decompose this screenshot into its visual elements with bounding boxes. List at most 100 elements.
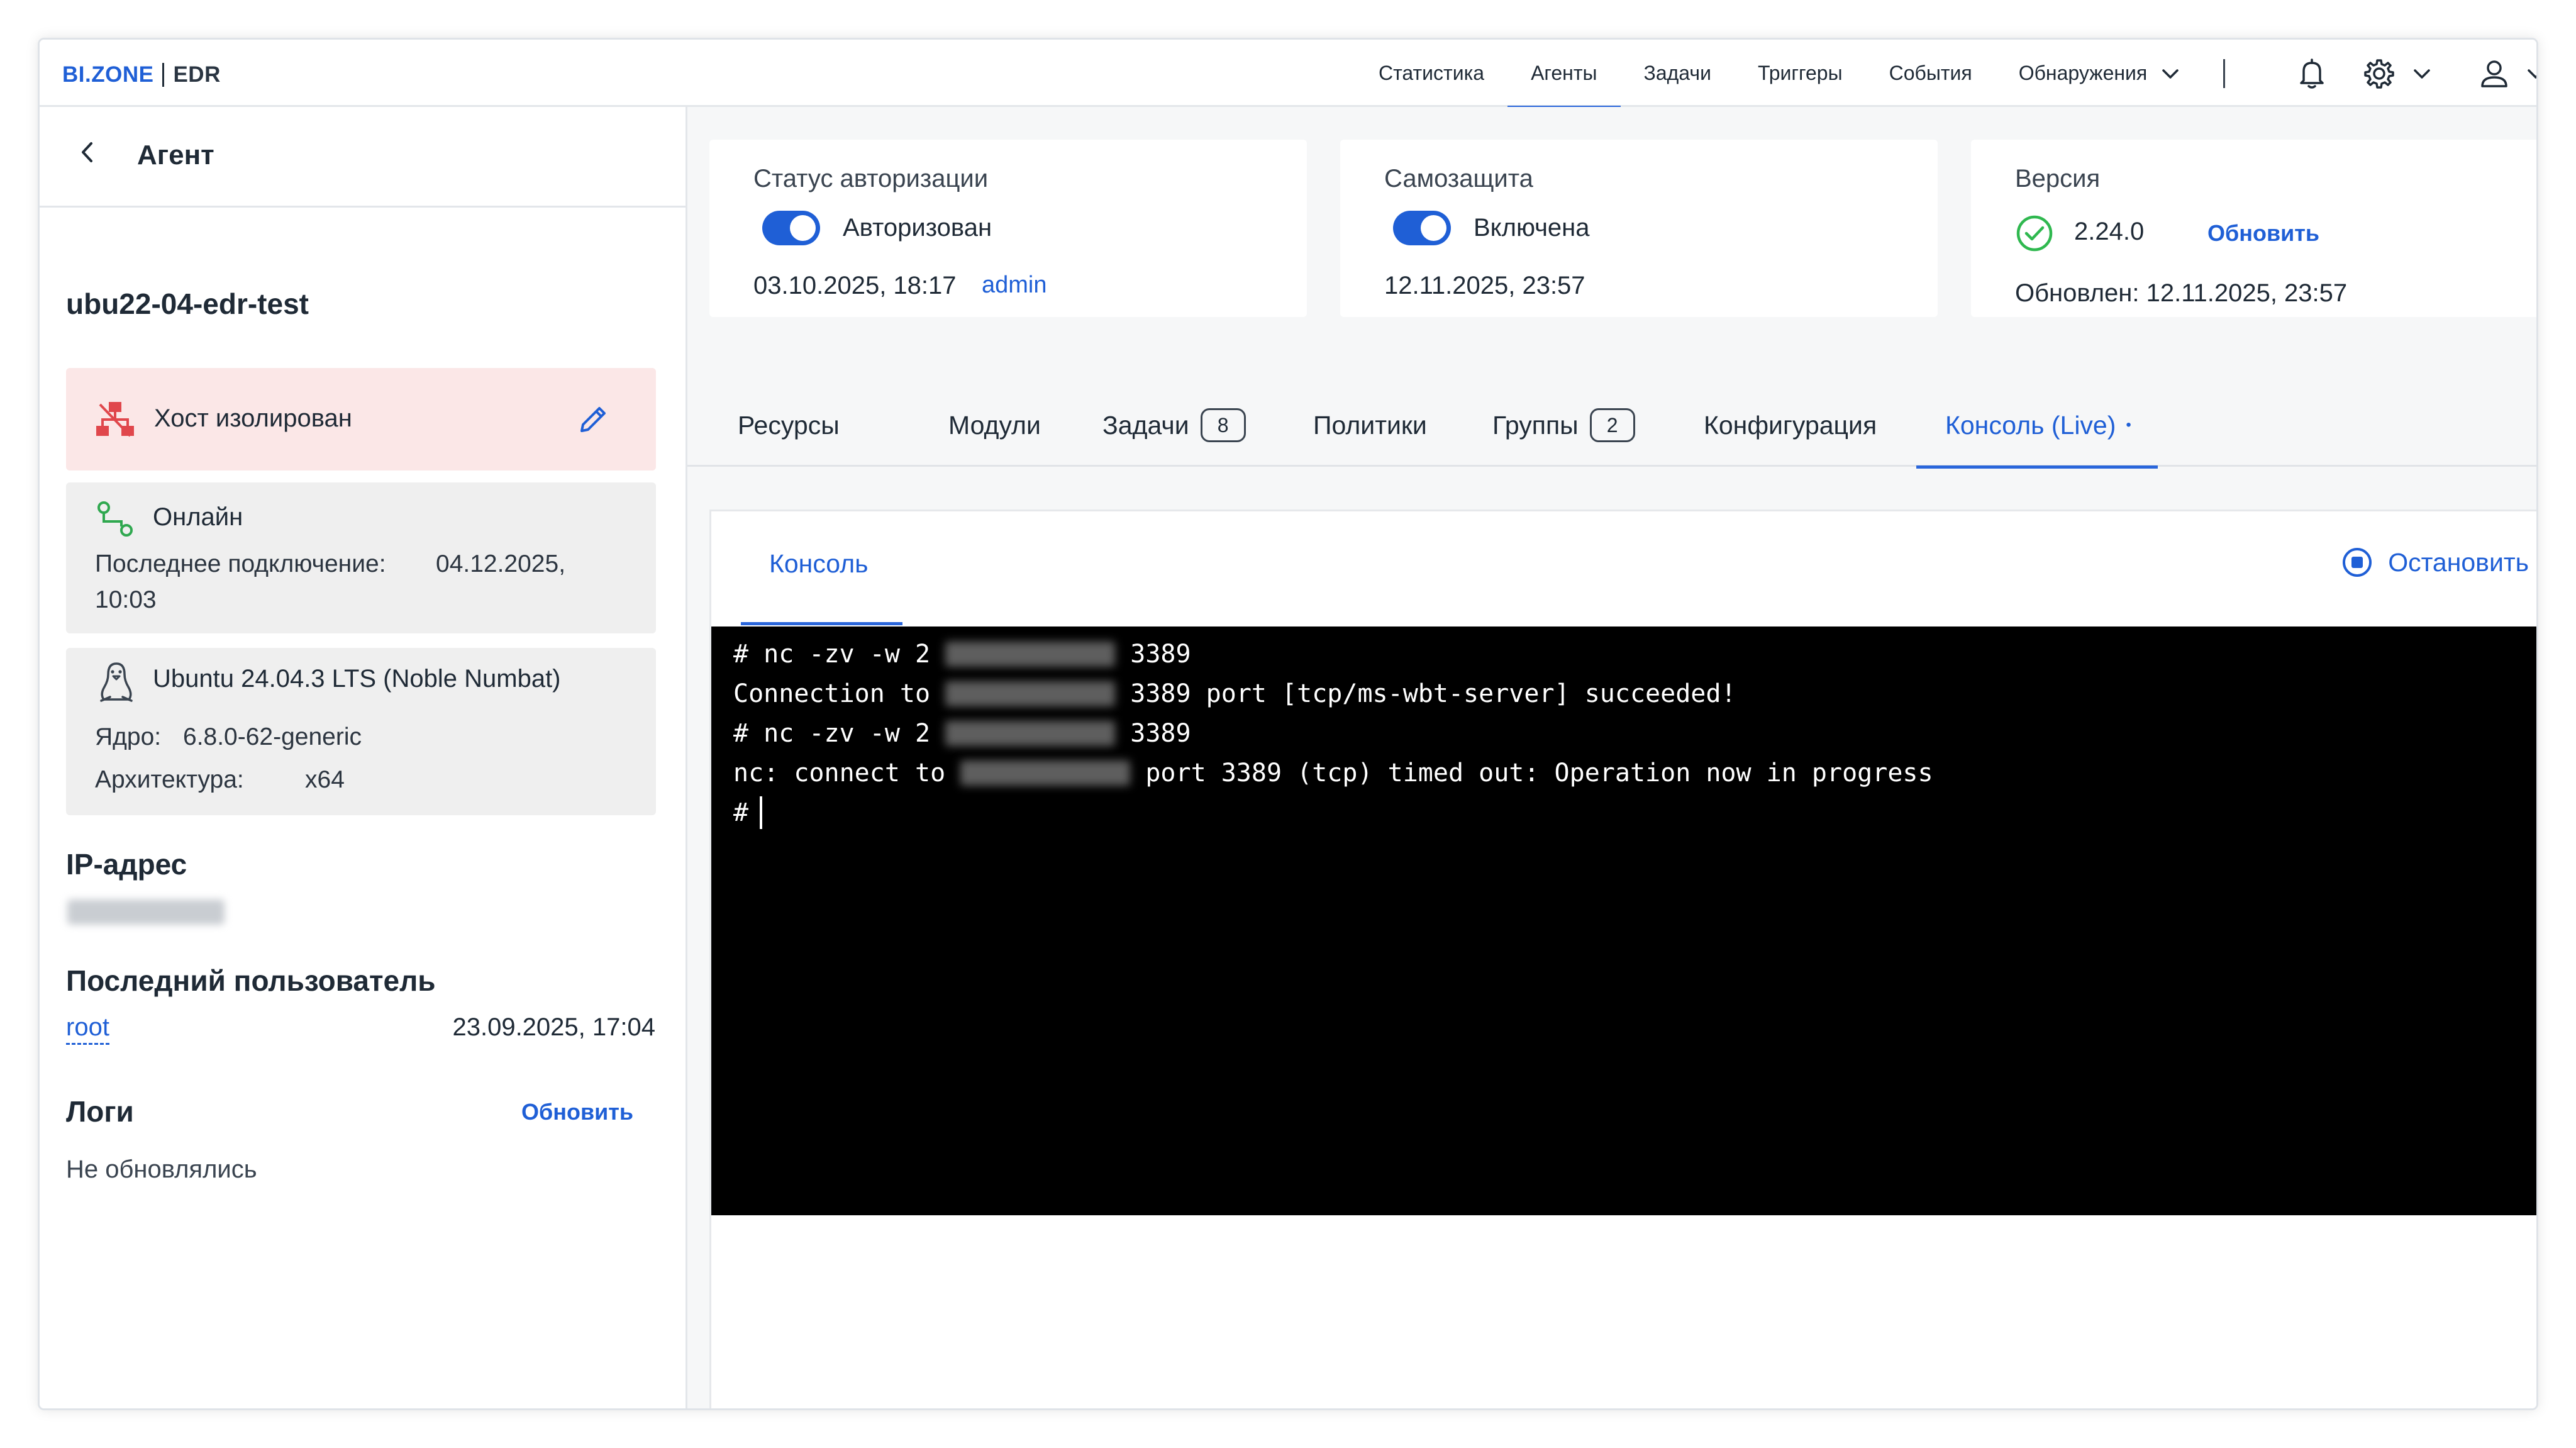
tasks-count-badge: 8	[1200, 408, 1246, 442]
auth-state: Авторизован	[843, 214, 992, 242]
terminal-line: # nc -zv -w 2 3389	[733, 634, 2536, 674]
isolation-card: Хост изолирован	[66, 368, 656, 471]
app-window: BI.ZONE EDR Статистика Агенты Задачи Три…	[38, 38, 2538, 1410]
version-updated: Обновлен: 12.11.2025, 23:57	[2015, 279, 2348, 307]
tab-policies[interactable]: Политики	[1313, 384, 1427, 467]
logo-divider	[162, 63, 165, 87]
last-user-link[interactable]: root	[66, 1013, 109, 1045]
version-card: Версия 2.24.0 Обновить Обновлен: 12.11.2…	[1971, 140, 2536, 317]
linux-penguin-icon	[100, 662, 133, 702]
chevron-down-icon	[2162, 69, 2179, 79]
logo-product: EDR	[173, 62, 221, 87]
kernel-value: 6.8.0-62-generic	[183, 723, 362, 750]
terminal-output[interactable]: # nc -zv -w 2 3389 Connection to 3389 po…	[711, 627, 2536, 1215]
isolation-label: Хост изолирован	[154, 404, 352, 432]
self-protection-state: Включена	[1474, 214, 1590, 242]
live-indicator-dot: •	[2126, 416, 2131, 433]
logs-update-button[interactable]: Обновить	[521, 1099, 633, 1125]
tab-tasks-label: Задачи	[1102, 410, 1189, 440]
arch-value: x64	[305, 766, 345, 793]
nav-item-agents[interactable]: Агенты	[1507, 40, 1621, 109]
self-protection-toggle[interactable]	[1393, 211, 1451, 245]
auth-date: 03.10.2025, 18:17	[753, 272, 957, 299]
stop-console-button[interactable]: Остановить	[2341, 547, 2529, 578]
user-menu-button[interactable]	[2480, 40, 2536, 107]
os-card: Ubuntu 24.04.3 LTS (Noble Numbat) Ядро: …	[66, 648, 656, 815]
terminal-prompt: #	[733, 798, 749, 827]
chevron-down-icon	[2414, 69, 2430, 79]
terminal-prompt-line: #	[733, 793, 2536, 832]
self-protection-card: Самозащита Включена 12.11.2025, 23:57	[1340, 140, 1938, 317]
check-circle-icon	[2016, 215, 2053, 252]
version-update-button[interactable]: Обновить	[2207, 220, 2319, 247]
logo-brand: BI.ZONE	[62, 62, 154, 87]
nav-item-tasks[interactable]: Задачи	[1621, 40, 1735, 107]
terminal-text: nc: connect to	[733, 758, 961, 788]
terminal-text: Connection to	[733, 679, 946, 708]
auth-user-link[interactable]: admin	[982, 272, 1047, 299]
nav-item-statistics[interactable]: Статистика	[1355, 40, 1507, 107]
tab-modules[interactable]: Модули	[948, 384, 1041, 467]
logs-title: Логи	[66, 1095, 134, 1128]
logo[interactable]: BI.ZONE EDR	[62, 61, 221, 89]
version-value: 2.24.0	[2074, 218, 2145, 245]
tab-configuration[interactable]: Конфигурация	[1704, 384, 1877, 467]
main-content: Статус авторизации Авторизован 03.10.202…	[687, 107, 2536, 1408]
terminal-text: port 3389 (tcp) timed out: Operation now…	[1130, 758, 1933, 788]
status-card: Онлайн Последнее подключение: 04.12.2025…	[66, 482, 656, 633]
nav-divider	[2223, 59, 2225, 88]
pencil-icon[interactable]	[577, 403, 609, 436]
sidebar-title: Агент	[137, 140, 214, 170]
last-user-title: Последний пользователь	[66, 964, 436, 997]
main-nav: Статистика Агенты Задачи Триггеры Событи…	[1355, 40, 2205, 109]
terminal-text: 3389	[1115, 639, 1191, 669]
agent-hostname: ubu22-04-edr-test	[66, 287, 309, 320]
nav-item-triggers[interactable]: Триггеры	[1735, 40, 1866, 107]
auth-status-title: Статус авторизации	[753, 165, 989, 192]
self-protection-title: Самозащита	[1384, 165, 1533, 192]
agent-tabs: Ресурсы Модули Задачи 8 Политики Группы …	[687, 384, 2536, 469]
tab-tasks[interactable]: Задачи 8	[1102, 384, 1246, 467]
nav-item-events[interactable]: События	[1866, 40, 1996, 107]
settings-menu-button[interactable]	[2363, 40, 2433, 107]
console-panel: Консоль Остановить # nc -zv -w 2 3389 Co…	[709, 510, 2536, 1408]
status-label: Онлайн	[153, 503, 243, 531]
notifications-button[interactable]	[2297, 40, 2326, 107]
os-name: Ubuntu 24.04.3 LTS (Noble Numbat)	[153, 665, 561, 693]
terminal-line: nc: connect to port 3389 (tcp) timed out…	[733, 753, 2536, 793]
tab-groups-label: Группы	[1492, 410, 1579, 440]
kernel-label: Ядро:	[95, 723, 162, 750]
groups-count-badge: 2	[1589, 408, 1635, 442]
tab-resources[interactable]: Ресурсы	[738, 384, 840, 467]
last-connection-date: 04.12.2025,	[436, 550, 566, 577]
bell-icon	[2300, 58, 2324, 89]
auth-toggle[interactable]	[762, 211, 820, 245]
top-bar: BI.ZONE EDR Статистика Агенты Задачи Три…	[40, 40, 2536, 109]
auth-status-card: Статус авторизации Авторизован 03.10.202…	[709, 140, 1307, 317]
tab-console-live[interactable]: Консоль (Live) •	[1916, 384, 2158, 469]
self-protection-date: 12.11.2025, 23:57	[1384, 272, 1585, 299]
redacted-ip	[945, 681, 1116, 706]
stop-circle-icon	[2343, 548, 2372, 577]
redacted-ip	[945, 720, 1116, 746]
terminal-cursor	[760, 796, 763, 829]
terminal-text: # nc -zv -w 2	[733, 718, 946, 748]
terminal-text: # nc -zv -w 2	[733, 639, 946, 669]
ip-address-title: IP-адрес	[66, 848, 187, 881]
console-subtab[interactable]: Консоль	[769, 549, 868, 579]
tab-groups[interactable]: Группы 2	[1492, 384, 1635, 467]
chevron-left-icon	[82, 142, 92, 162]
agent-sidebar: Агент ubu22-04-edr-test Хост изолирован	[40, 107, 687, 1408]
tab-console-label: Консоль (Live)	[1945, 410, 2116, 440]
last-user-time: 23.09.2025, 17:04	[452, 1013, 655, 1041]
nav-item-detections[interactable]: Обнаружения	[1996, 40, 2205, 107]
stop-console-label: Остановить	[2388, 547, 2529, 577]
terminal-text: 3389 port [tcp/ms-wbt-server] succeeded!	[1115, 679, 1736, 708]
terminal-line: Connection to 3389 port [tcp/ms-wbt-serv…	[733, 674, 2536, 713]
back-button[interactable]	[71, 133, 103, 171]
chevron-down-icon	[2528, 69, 2536, 79]
sidebar-header: Агент	[40, 107, 687, 208]
user-icon	[2481, 60, 2507, 87]
online-status-icon	[97, 501, 133, 537]
network-isolated-icon	[96, 402, 134, 437]
